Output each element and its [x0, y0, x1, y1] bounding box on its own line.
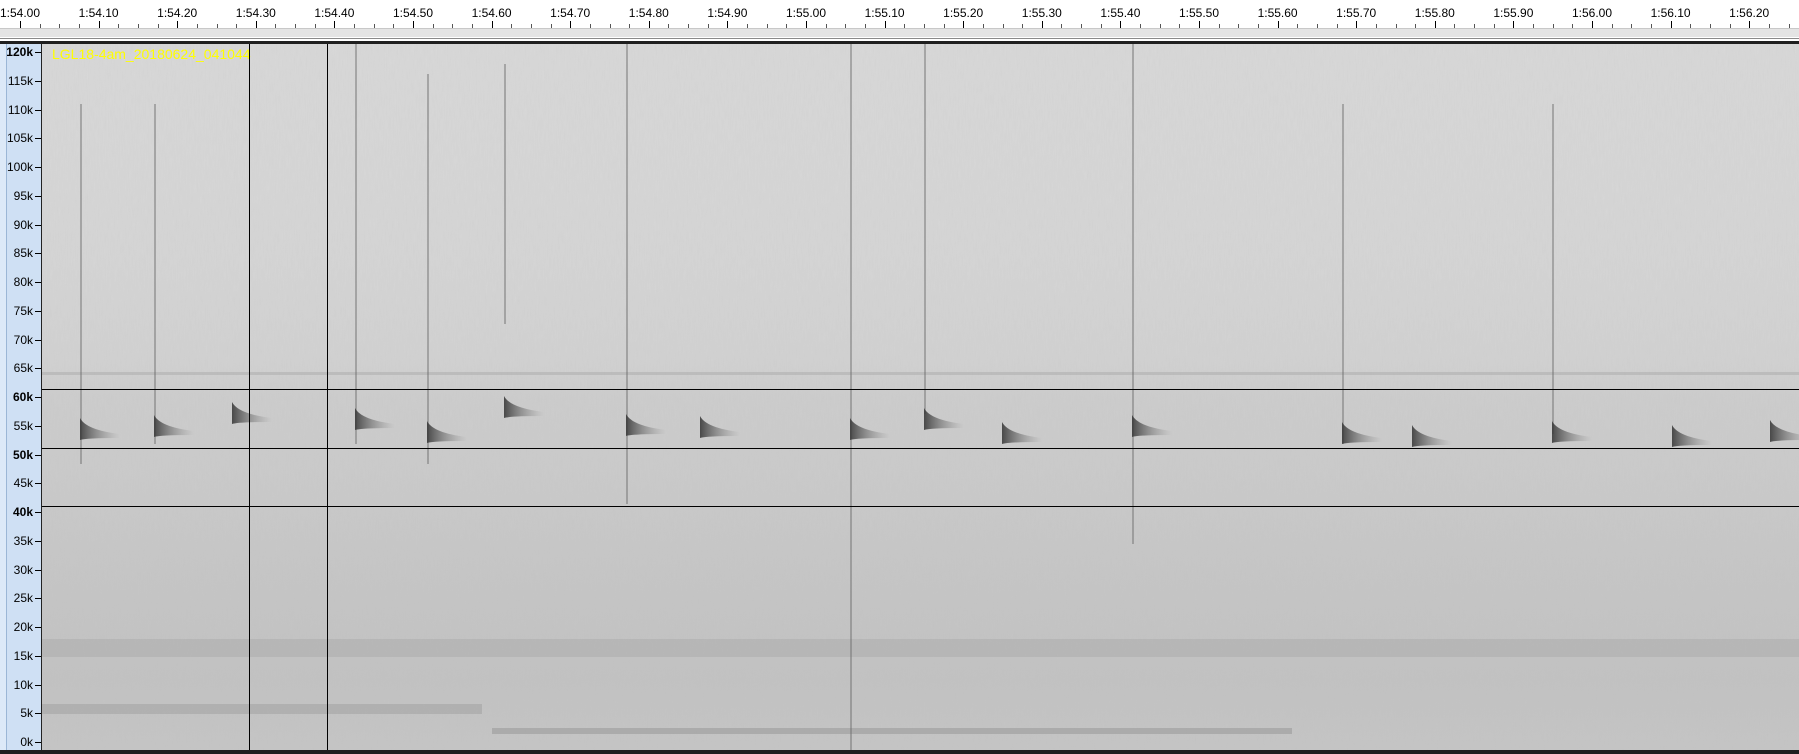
frequency-label: 40k [12, 505, 33, 519]
time-label: 1:54.20 [157, 6, 198, 20]
frequency-label: 45k [13, 476, 33, 491]
frequency-label: 120k [6, 45, 33, 59]
frequency-label: 65k [13, 361, 33, 376]
track-control-edge[interactable] [0, 44, 7, 750]
time-label: 1:55.70 [1336, 6, 1377, 20]
time-label: 1:55.50 [1178, 6, 1220, 20]
time-tick-major [20, 21, 21, 28]
call-harmonic-mark [80, 104, 82, 464]
time-tick-major [1513, 21, 1515, 28]
time-label: 1:55.80 [1414, 6, 1455, 20]
time-tick-major [1277, 21, 1279, 28]
time-tick-major [413, 21, 414, 28]
time-label: 1:54.60 [471, 6, 512, 20]
track-name-label: LGL18-4am_20180624_041044 [52, 46, 251, 62]
call-harmonic-mark [1342, 104, 1344, 444]
frequency-label: 80k [13, 275, 33, 289]
frequency-label: 35k [13, 533, 33, 548]
time-label: 1:56.20 [1729, 6, 1770, 20]
spectrogram-image [42, 44, 1799, 750]
frequency-label: 95k [13, 188, 33, 203]
call-harmonic-mark [1132, 44, 1134, 544]
selection-end-line[interactable] [327, 44, 328, 750]
call-harmonic-mark [504, 64, 506, 324]
time-label: 1:55.90 [1493, 6, 1534, 20]
call-harmonic-mark [355, 44, 357, 444]
frequency-label: 5k [20, 706, 33, 721]
frequency-label: 20k [13, 620, 33, 634]
time-tick-major [1199, 21, 1200, 28]
time-tick-major [491, 21, 493, 28]
frequency-label: 100k [6, 160, 33, 174]
time-tick-major [98, 21, 100, 28]
call-harmonic-mark [1552, 104, 1554, 434]
time-label: 1:56.00 [1571, 6, 1613, 20]
frequency-label: 15k [13, 648, 33, 663]
selection-bottom-line [42, 506, 1799, 507]
frequency-label: 110k [7, 102, 33, 117]
time-label: 1:54.10 [78, 6, 119, 20]
time-label: 1:55.10 [864, 6, 905, 20]
call-harmonic-mark [154, 104, 156, 444]
time-tick-major [1749, 21, 1751, 28]
time-tick-major [1434, 21, 1436, 28]
time-tick-major [1670, 21, 1672, 28]
time-tick-major [1120, 21, 1122, 28]
frequency-label: 105k [6, 131, 33, 146]
time-tick-major [334, 21, 336, 28]
frequency-label: 70k [13, 332, 33, 347]
time-tick-major [727, 21, 729, 28]
time-label: 1:55.20 [943, 6, 984, 20]
time-tick-major [570, 21, 572, 28]
frequency-label: 30k [13, 562, 33, 577]
time-label: 1:54.70 [550, 6, 591, 20]
time-label: 1:56.10 [1650, 6, 1691, 20]
frequency-label: 75k [13, 303, 33, 318]
frequency-label: 90k [13, 217, 33, 232]
track-separator [0, 38, 1799, 39]
time-tick-major [648, 21, 650, 28]
time-label: 1:55.60 [1257, 6, 1298, 20]
time-tick-major [1041, 21, 1043, 28]
frequency-label: 85k [13, 246, 33, 261]
time-tick-major [1356, 21, 1358, 28]
frequency-label: 55k [13, 418, 33, 433]
selection-center-line [42, 448, 1799, 449]
time-tick-major [806, 21, 807, 28]
spectrogram-view[interactable] [42, 44, 1799, 750]
time-tick-major [1592, 21, 1593, 28]
call-harmonic-mark [924, 44, 926, 414]
time-tick-major [963, 21, 965, 28]
call-harmonic-mark [427, 74, 429, 464]
frequency-label: 60k [12, 390, 33, 404]
frequency-label: 115k [7, 73, 33, 88]
frequency-label: 50k [12, 447, 33, 462]
time-label: 1:54.30 [235, 6, 276, 20]
frequency-label: 25k [13, 591, 33, 606]
time-label: 1:54.00 [0, 6, 41, 20]
time-label: 1:54.80 [628, 6, 669, 20]
track-bottom-border [0, 750, 1799, 754]
selection-top-line [42, 389, 1799, 390]
time-label: 1:54.50 [392, 6, 434, 20]
time-tick-major [255, 21, 257, 28]
timeline-band[interactable] [0, 28, 1799, 37]
time-tick-major [177, 21, 179, 28]
time-label: 1:55.40 [1100, 6, 1141, 20]
time-label: 1:54.90 [707, 6, 748, 20]
call-harmonic-mark [850, 44, 852, 750]
frequency-label: 0k [20, 735, 33, 749]
time-label: 1:55.00 [785, 6, 827, 20]
frequency-label: 10k [13, 677, 33, 692]
time-label: 1:54.40 [314, 6, 355, 20]
time-label: 1:55.30 [1021, 6, 1062, 20]
time-tick-major [884, 21, 886, 28]
selection-start-line[interactable] [249, 44, 250, 750]
